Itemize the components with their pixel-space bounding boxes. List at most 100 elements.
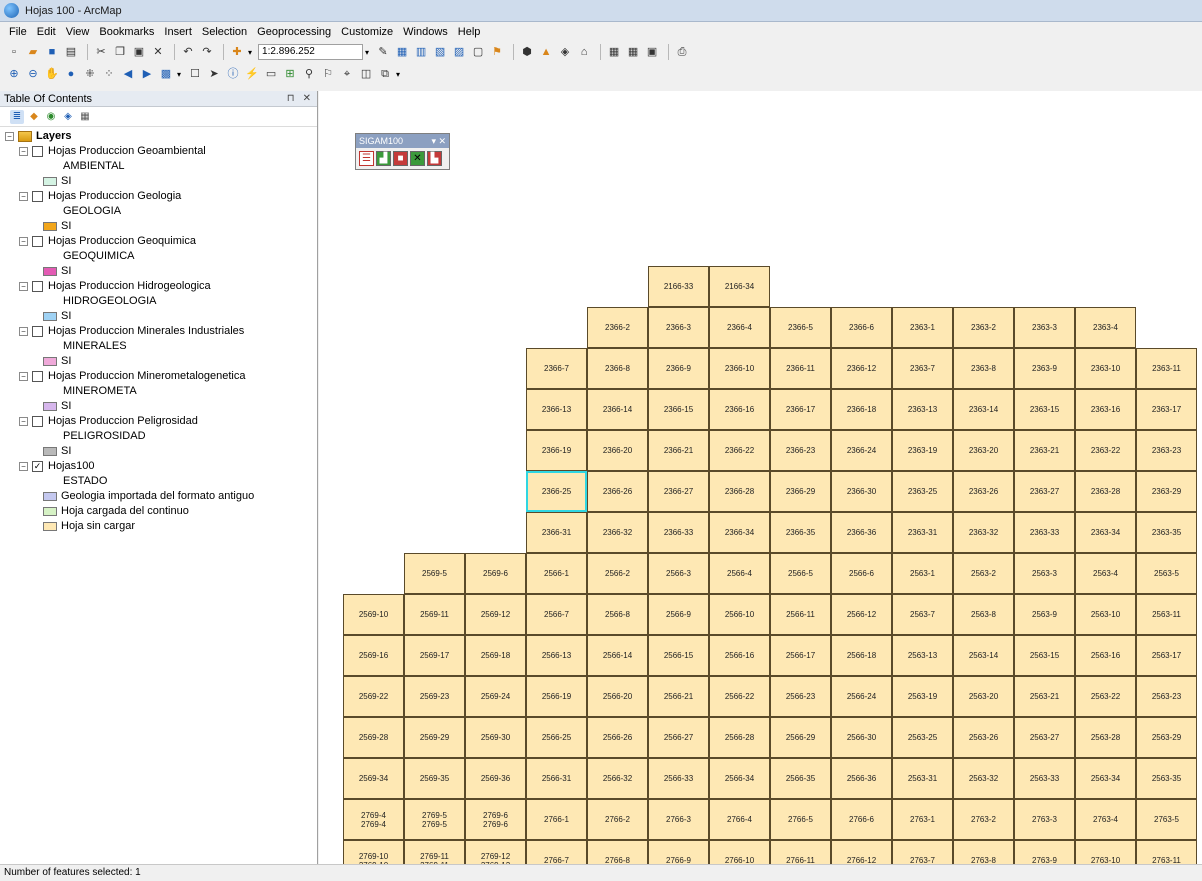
open-folder-icon[interactable]: ▰ [25, 44, 41, 60]
map-sheet[interactable]: 2363-27 [1014, 471, 1075, 512]
map-sheet[interactable]: 2366-31 [526, 512, 587, 553]
map-sheet[interactable]: 2366-6 [831, 307, 892, 348]
map-sheet[interactable]: 2569-36 [465, 758, 526, 799]
map-sheet[interactable]: 2566-17 [770, 635, 831, 676]
map-sheet[interactable]: 2566-28 [709, 717, 770, 758]
map-sheet[interactable]: 2366-29 [770, 471, 831, 512]
map-sheet[interactable]: 2569-17 [404, 635, 465, 676]
map-sheet[interactable]: 2563-29 [1136, 717, 1197, 758]
map-sheet[interactable]: 2566-23 [770, 676, 831, 717]
map-sheet[interactable]: 2763-8 [953, 840, 1014, 864]
map-sheet[interactable]: 2763-11 [1136, 840, 1197, 864]
map-sheet[interactable]: 2569-5 [404, 553, 465, 594]
list-by-source-icon[interactable]: ◆ [27, 110, 41, 124]
map-sheet[interactable]: 2763-10 [1075, 840, 1136, 864]
map-sheet[interactable]: 2363-13 [892, 389, 953, 430]
map-sheet[interactable]: 2563-11 [1136, 594, 1197, 635]
map-sheet[interactable]: 2566-15 [648, 635, 709, 676]
map-sheet[interactable]: 2363-11 [1136, 348, 1197, 389]
toc-layer-row[interactable]: − Hojas Produccion Geoambiental [19, 144, 206, 159]
map-sheet[interactable]: 2563-3 [1014, 553, 1075, 594]
menu-selection[interactable]: Selection [197, 26, 252, 38]
selected-map-sheet[interactable]: 2366-25 [526, 471, 587, 512]
select-features-icon[interactable]: ▩ [158, 66, 174, 82]
map-sheet[interactable]: 2569-34 [343, 758, 404, 799]
map-sheet[interactable]: 2763-1 [892, 799, 953, 840]
python-window-icon[interactable]: ▢ [470, 44, 486, 60]
new-document-icon[interactable]: ▫ [6, 44, 22, 60]
map-sheet[interactable]: 2366-8 [587, 348, 648, 389]
pan-icon[interactable]: ✋ [44, 66, 60, 82]
map-sheet[interactable]: 2566-11 [770, 594, 831, 635]
map-sheet[interactable]: 2363-20 [953, 430, 1014, 471]
map-sheet[interactable]: 2566-5 [770, 553, 831, 594]
add-data-icon[interactable]: ✚ [229, 44, 245, 60]
map-sheet[interactable]: 2366-30 [831, 471, 892, 512]
list-by-visibility-icon[interactable]: ◉ [44, 110, 58, 124]
map-sheet[interactable]: 2566-33 [648, 758, 709, 799]
search-window-icon[interactable]: ▧ [432, 44, 448, 60]
map-sheet[interactable]: 2366-12 [831, 348, 892, 389]
list-by-selection-icon[interactable]: ◈ [61, 110, 75, 124]
map-sheet[interactable]: 2366-32 [587, 512, 648, 553]
map-sheet[interactable]: 2566-7 [526, 594, 587, 635]
map-sheet[interactable]: 2566-3 [648, 553, 709, 594]
identify-icon[interactable]: ⓘ [225, 66, 241, 82]
map-sheet[interactable]: 2763-9 [1014, 840, 1075, 864]
map-sheet[interactable]: 2569-18 [465, 635, 526, 676]
map-sheet[interactable]: 2766-12 [831, 840, 892, 864]
extra-tool-3-icon[interactable]: ◈ [557, 44, 573, 60]
list-by-drawing-order-icon[interactable]: ≣ [10, 109, 24, 124]
map-sheet[interactable]: 2363-29 [1136, 471, 1197, 512]
map-sheet[interactable]: 2366-13 [526, 389, 587, 430]
map-sheet[interactable]: 2566-16 [709, 635, 770, 676]
map-sheet[interactable]: 2569-28 [343, 717, 404, 758]
map-sheet[interactable]: 2563-19 [892, 676, 953, 717]
map-sheet[interactable]: 2363-9 [1014, 348, 1075, 389]
map-sheet[interactable]: 2769-10 2769-10 [343, 840, 404, 864]
delete-icon[interactable]: ✕ [150, 44, 166, 60]
map-sheet[interactable]: 2563-7 [892, 594, 953, 635]
copy-icon[interactable]: ❐ [112, 44, 128, 60]
extra-tool-6-icon[interactable]: ▦ [625, 44, 641, 60]
map-sheet[interactable]: 2563-31 [892, 758, 953, 799]
toc-layer-row[interactable]: − Hojas Produccion Minerometalogenetica [19, 369, 246, 384]
map-sheet[interactable]: 2363-22 [1075, 430, 1136, 471]
full-extent-icon[interactable]: ● [63, 66, 79, 82]
map-sheet[interactable]: 2763-3 [1014, 799, 1075, 840]
map-sheet[interactable]: 2569-12 [465, 594, 526, 635]
map-sheet[interactable]: 2566-4 [709, 553, 770, 594]
layer-visibility-checkbox[interactable] [32, 191, 43, 202]
find-route-icon[interactable]: ⚐ [320, 66, 336, 82]
create-viewer-window-icon[interactable]: ⧉ [377, 66, 393, 82]
arctoolbox-icon[interactable]: ▨ [451, 44, 467, 60]
map-sheet[interactable]: 2566-6 [831, 553, 892, 594]
map-sheet[interactable]: 2763-2 [953, 799, 1014, 840]
map-sheet[interactable]: 2563-26 [953, 717, 1014, 758]
map-sheet[interactable]: 2366-10 [709, 348, 770, 389]
map-sheet[interactable]: 2366-21 [648, 430, 709, 471]
map-sheet[interactable]: 2363-21 [1014, 430, 1075, 471]
catalog-icon[interactable]: ▥ [413, 44, 429, 60]
map-sheet[interactable]: 2563-27 [1014, 717, 1075, 758]
time-slider-icon[interactable]: ◫ [358, 66, 374, 82]
map-sheet[interactable]: 2766-9 [648, 840, 709, 864]
extra-tool-8-icon[interactable]: ⎙ [674, 44, 690, 60]
map-sheet[interactable]: 2563-32 [953, 758, 1014, 799]
toc-layer-row[interactable]: − Hojas Produccion Geoquimica [19, 234, 196, 249]
map-sheet[interactable]: 2569-24 [465, 676, 526, 717]
map-sheet[interactable]: 2566-19 [526, 676, 587, 717]
layer-visibility-checkbox[interactable] [32, 371, 43, 382]
add-data-dropdown-icon[interactable]: ▾ [248, 48, 252, 57]
map-sheet[interactable]: 2566-25 [526, 717, 587, 758]
pin-icon[interactable]: ⊓ [287, 93, 295, 104]
map-sheet[interactable]: 2363-34 [1075, 512, 1136, 553]
map-sheet[interactable]: 2569-30 [465, 717, 526, 758]
map-sheet[interactable]: 2569-22 [343, 676, 404, 717]
map-sheet[interactable]: 2563-20 [953, 676, 1014, 717]
map-sheet[interactable]: 2366-26 [587, 471, 648, 512]
map-sheet[interactable]: 2566-12 [831, 594, 892, 635]
map-sheet[interactable]: 2563-5 [1136, 553, 1197, 594]
map-sheet[interactable]: 2363-15 [1014, 389, 1075, 430]
map-sheet[interactable]: 2566-8 [587, 594, 648, 635]
